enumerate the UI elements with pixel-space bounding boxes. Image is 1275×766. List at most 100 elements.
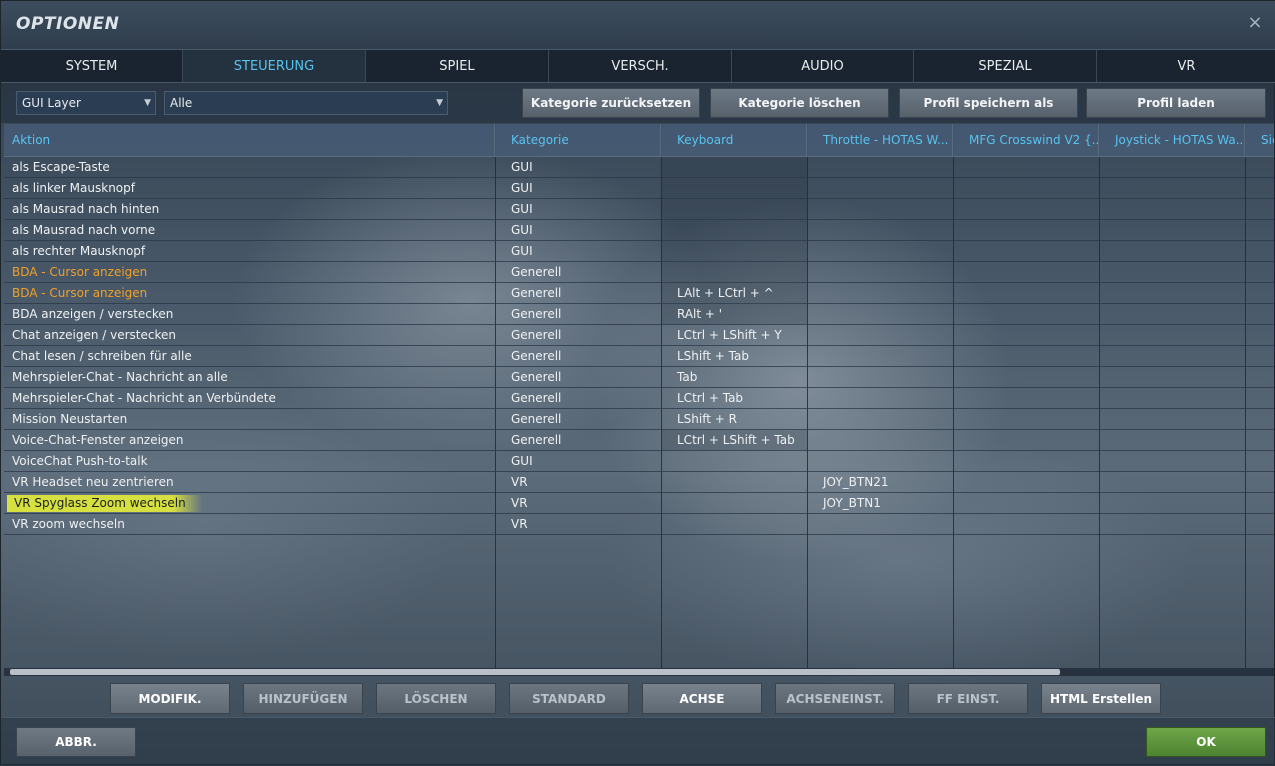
cell-keyboard[interactable]: RAlt + '	[669, 304, 807, 325]
cell-throttle[interactable]: JOY_BTN21	[815, 472, 953, 493]
cell-kategorie[interactable]: Generell	[503, 304, 661, 325]
cell-kategorie[interactable]: GUI	[503, 220, 661, 241]
cell-kategorie[interactable]: VR	[503, 514, 661, 535]
cell-aktion[interactable]: VR zoom wechseln	[4, 514, 495, 535]
tab-spiel[interactable]: SPIEL	[366, 50, 549, 82]
cell-aktion[interactable]: VR Spyglass Zoom wechseln	[4, 493, 495, 514]
cell-aktion[interactable]: als linker Mausknopf	[4, 178, 495, 199]
table-row[interactable]: als rechter Mausknopf GUI	[4, 241, 1274, 262]
cell-throttle[interactable]	[815, 220, 953, 241]
default-button[interactable]: STANDARD	[509, 683, 629, 714]
cell-keyboard[interactable]: LShift + Tab	[669, 346, 807, 367]
cell-aktion[interactable]: Mehrspieler-Chat - Nachricht an Verbünde…	[4, 388, 495, 409]
header-kategorie[interactable]: Kategorie	[503, 124, 661, 157]
cell-kategorie[interactable]: Generell	[503, 367, 661, 388]
cell-keyboard[interactable]: LCtrl + LShift + Y	[669, 325, 807, 346]
reset-category-button[interactable]: Kategorie zurücksetzen	[522, 88, 700, 118]
cell-aktion[interactable]: BDA - Cursor anzeigen	[4, 262, 495, 283]
cell-keyboard[interactable]	[669, 199, 807, 220]
delete-category-button[interactable]: Kategorie löschen	[710, 88, 889, 118]
cell-throttle[interactable]	[815, 430, 953, 451]
table-row[interactable]: VR Headset neu zentrieren VR JOY_BTN21	[4, 472, 1274, 493]
table-row[interactable]: VR zoom wechseln VR	[4, 514, 1274, 535]
modify-button[interactable]: MODIFIK.	[110, 683, 230, 714]
cell-aktion[interactable]: VR Headset neu zentrieren	[4, 472, 495, 493]
cell-keyboard[interactable]	[669, 220, 807, 241]
load-profile-button[interactable]: Profil laden	[1086, 88, 1266, 118]
header-extra[interactable]: Sic	[1253, 124, 1274, 157]
scrollbar-thumb[interactable]	[10, 669, 1060, 675]
cell-kategorie[interactable]: GUI	[503, 178, 661, 199]
tab-spezial[interactable]: SPEZIAL	[914, 50, 1097, 82]
cell-aktion[interactable]: Chat anzeigen / verstecken	[4, 325, 495, 346]
cell-kategorie[interactable]: GUI	[503, 451, 661, 472]
cell-kategorie[interactable]: Generell	[503, 325, 661, 346]
cancel-button[interactable]: ABBR.	[16, 727, 136, 757]
cell-throttle[interactable]	[815, 514, 953, 535]
cell-throttle[interactable]	[815, 409, 953, 430]
cell-kategorie[interactable]: GUI	[503, 241, 661, 262]
cell-aktion[interactable]: BDA anzeigen / verstecken	[4, 304, 495, 325]
cell-keyboard[interactable]	[669, 451, 807, 472]
cell-kategorie[interactable]: VR	[503, 493, 661, 514]
table-row[interactable]: BDA - Cursor anzeigen Generell LAlt + LCtr…	[4, 283, 1274, 304]
cell-aktion[interactable]: VoiceChat Push-to-talk	[4, 451, 495, 472]
table-row[interactable]: Mehrspieler-Chat - Nachricht an alle Gene…	[4, 367, 1274, 388]
cell-keyboard[interactable]	[669, 262, 807, 283]
cell-kategorie[interactable]: Generell	[503, 409, 661, 430]
cell-aktion[interactable]: Mission Neustarten	[4, 409, 495, 430]
ff-settings-button[interactable]: FF EINST.	[908, 683, 1028, 714]
close-icon[interactable]: ×	[1244, 12, 1266, 34]
cell-aktion[interactable]: Chat lesen / schreiben für alle	[4, 346, 495, 367]
cell-throttle[interactable]	[815, 367, 953, 388]
table-row[interactable]: als Escape-Taste GUI	[4, 157, 1274, 178]
table-row[interactable]: als Mausrad nach vorne GUI	[4, 220, 1274, 241]
cell-throttle[interactable]	[815, 346, 953, 367]
tab-system[interactable]: SYSTEM	[1, 50, 183, 82]
axis-settings-button[interactable]: ACHSENEINST.	[775, 683, 895, 714]
cell-kategorie[interactable]: GUI	[503, 157, 661, 178]
table-row[interactable]: Chat lesen / schreiben für alle Generell L…	[4, 346, 1274, 367]
cell-throttle[interactable]	[815, 262, 953, 283]
cell-throttle[interactable]	[815, 451, 953, 472]
save-profile-button[interactable]: Profil speichern als	[899, 88, 1078, 118]
table-row[interactable]: als linker Mausknopf GUI	[4, 178, 1274, 199]
table-row[interactable]: VR Spyglass Zoom wechseln VR JOY_BTN1	[4, 493, 1274, 514]
table-row[interactable]: VoiceChat Push-to-talk GUI	[4, 451, 1274, 472]
cell-kategorie[interactable]: Generell	[503, 283, 661, 304]
add-button[interactable]: HINZUFÜGEN	[243, 683, 363, 714]
cell-aktion[interactable]: als Mausrad nach hinten	[4, 199, 495, 220]
table-row[interactable]: BDA anzeigen / verstecken Generell RAlt + …	[4, 304, 1274, 325]
delete-button[interactable]: LÖSCHEN	[376, 683, 496, 714]
tab-versch[interactable]: VERSCH.	[549, 50, 732, 82]
cell-keyboard[interactable]	[669, 178, 807, 199]
cell-throttle[interactable]	[815, 283, 953, 304]
cell-keyboard[interactable]	[669, 157, 807, 178]
cell-kategorie[interactable]: Generell	[503, 262, 661, 283]
header-crosswind[interactable]: MFG Crosswind V2 {...	[961, 124, 1099, 157]
cell-throttle[interactable]	[815, 157, 953, 178]
cell-keyboard[interactable]: LCtrl + LShift + Tab	[669, 430, 807, 451]
cell-keyboard[interactable]	[669, 493, 807, 514]
cell-kategorie[interactable]: Generell	[503, 388, 661, 409]
table-row[interactable]: BDA - Cursor anzeigen Generell	[4, 262, 1274, 283]
table-row[interactable]: Chat anzeigen / verstecken Generell LCtrl …	[4, 325, 1274, 346]
tab-audio[interactable]: AUDIO	[732, 50, 914, 82]
ok-button[interactable]: OK	[1146, 727, 1266, 757]
cell-keyboard[interactable]: LAlt + LCtrl + ^	[669, 283, 807, 304]
html-create-button[interactable]: HTML Erstellen	[1041, 683, 1161, 714]
axis-button[interactable]: ACHSE	[642, 683, 762, 714]
tab-vr[interactable]: VR	[1097, 50, 1275, 82]
tab-steuerung[interactable]: STEUERUNG	[183, 50, 366, 82]
cell-aktion[interactable]: BDA - Cursor anzeigen	[4, 283, 495, 304]
cell-aktion[interactable]: als Escape-Taste	[4, 157, 495, 178]
cell-keyboard[interactable]	[669, 514, 807, 535]
header-aktion[interactable]: Aktion	[4, 124, 495, 157]
table-row[interactable]: Voice-Chat-Fenster anzeigen Generell LCtrl…	[4, 430, 1274, 451]
cell-aktion[interactable]: als Mausrad nach vorne	[4, 220, 495, 241]
cell-aktion[interactable]: Mehrspieler-Chat - Nachricht an alle	[4, 367, 495, 388]
cell-kategorie[interactable]: GUI	[503, 199, 661, 220]
table-row[interactable]: als Mausrad nach hinten GUI	[4, 199, 1274, 220]
cell-throttle[interactable]	[815, 199, 953, 220]
cell-keyboard[interactable]: Tab	[669, 367, 807, 388]
